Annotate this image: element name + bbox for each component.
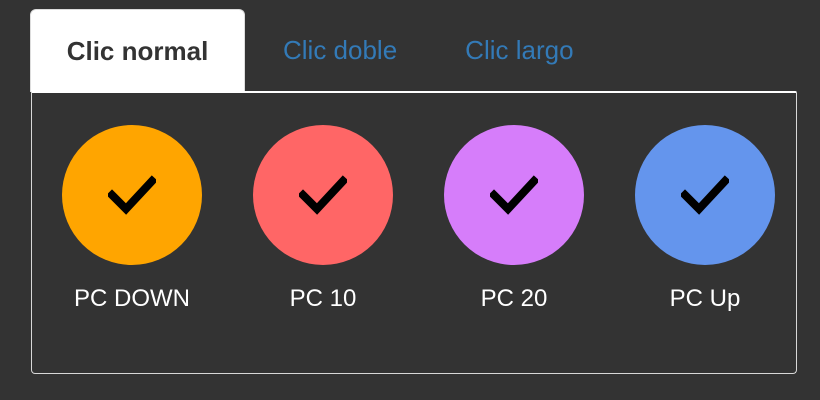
tab-clic-largo[interactable]: Clic largo xyxy=(431,9,607,91)
option-pc-up-button[interactable] xyxy=(635,125,775,265)
option-pc-10-button[interactable] xyxy=(253,125,393,265)
option-pc-down-label: PC DOWN xyxy=(74,285,190,312)
tab-panel: PC DOWN PC 10 PC 20 PC Up xyxy=(31,91,797,374)
option-pc-10: PC 10 xyxy=(253,125,393,312)
check-icon xyxy=(490,175,538,215)
check-icon xyxy=(681,175,729,215)
tab-clic-doble[interactable]: Clic doble xyxy=(249,9,431,91)
option-pc-up: PC Up xyxy=(635,125,775,312)
check-icon xyxy=(299,175,347,215)
tab-clic-normal[interactable]: Clic normal xyxy=(30,9,245,92)
option-pc-20: PC 20 xyxy=(444,125,584,312)
option-pc-down: PC DOWN xyxy=(62,125,202,312)
check-icon xyxy=(108,175,156,215)
option-pc-down-button[interactable] xyxy=(62,125,202,265)
option-pc-20-label: PC 20 xyxy=(480,285,548,312)
option-pc-up-label: PC Up xyxy=(669,285,741,312)
option-pc-10-label: PC 10 xyxy=(289,285,357,312)
option-pc-20-button[interactable] xyxy=(444,125,584,265)
tab-bar: Clic normal Clic doble Clic largo xyxy=(30,9,608,92)
